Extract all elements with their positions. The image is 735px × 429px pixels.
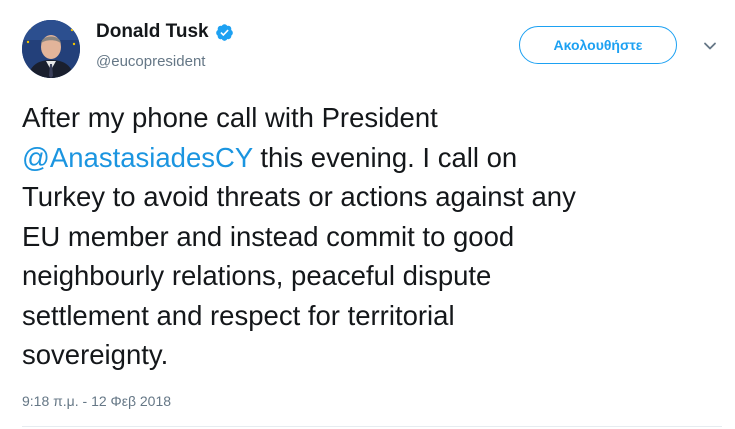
divider — [22, 426, 722, 427]
tweet-card: Donald Tusk @eucopresident Ακολουθήστε A… — [0, 0, 735, 429]
tweet-line: After my phone call with President — [22, 102, 438, 133]
tweet-line: neighbourly relations, peaceful dispute — [22, 260, 492, 291]
chevron-down-icon[interactable] — [700, 36, 720, 56]
verified-badge-icon — [215, 23, 233, 41]
follow-button[interactable]: Ακολουθήστε — [519, 26, 677, 64]
display-name-text: Donald Tusk — [96, 21, 209, 42]
avatar[interactable] — [22, 20, 80, 78]
user-handle[interactable]: @eucopresident — [96, 53, 205, 70]
tweet-line: EU member and instead commit to good — [22, 220, 515, 252]
tweet-line-text: this evening. I call on — [252, 141, 518, 173]
tweet-line: @AnastasiadesCY this evening. I call on — [22, 138, 722, 178]
tweet-timestamp[interactable]: 9:18 π.μ. - 12 Φεβ 2018 — [22, 393, 171, 409]
tweet-text: After my phone call with President @Anas… — [22, 98, 722, 375]
tweet-line: settlement and respect for territorial — [22, 299, 455, 331]
avatar-image — [22, 20, 80, 78]
tweet-line: sovereignty. — [22, 339, 169, 370]
mention-link[interactable]: @AnastasiadesCY — [22, 142, 253, 173]
tweet-line: Turkey to avoid threats or actions again… — [22, 181, 576, 212]
display-name[interactable]: Donald Tusk — [96, 21, 234, 43]
